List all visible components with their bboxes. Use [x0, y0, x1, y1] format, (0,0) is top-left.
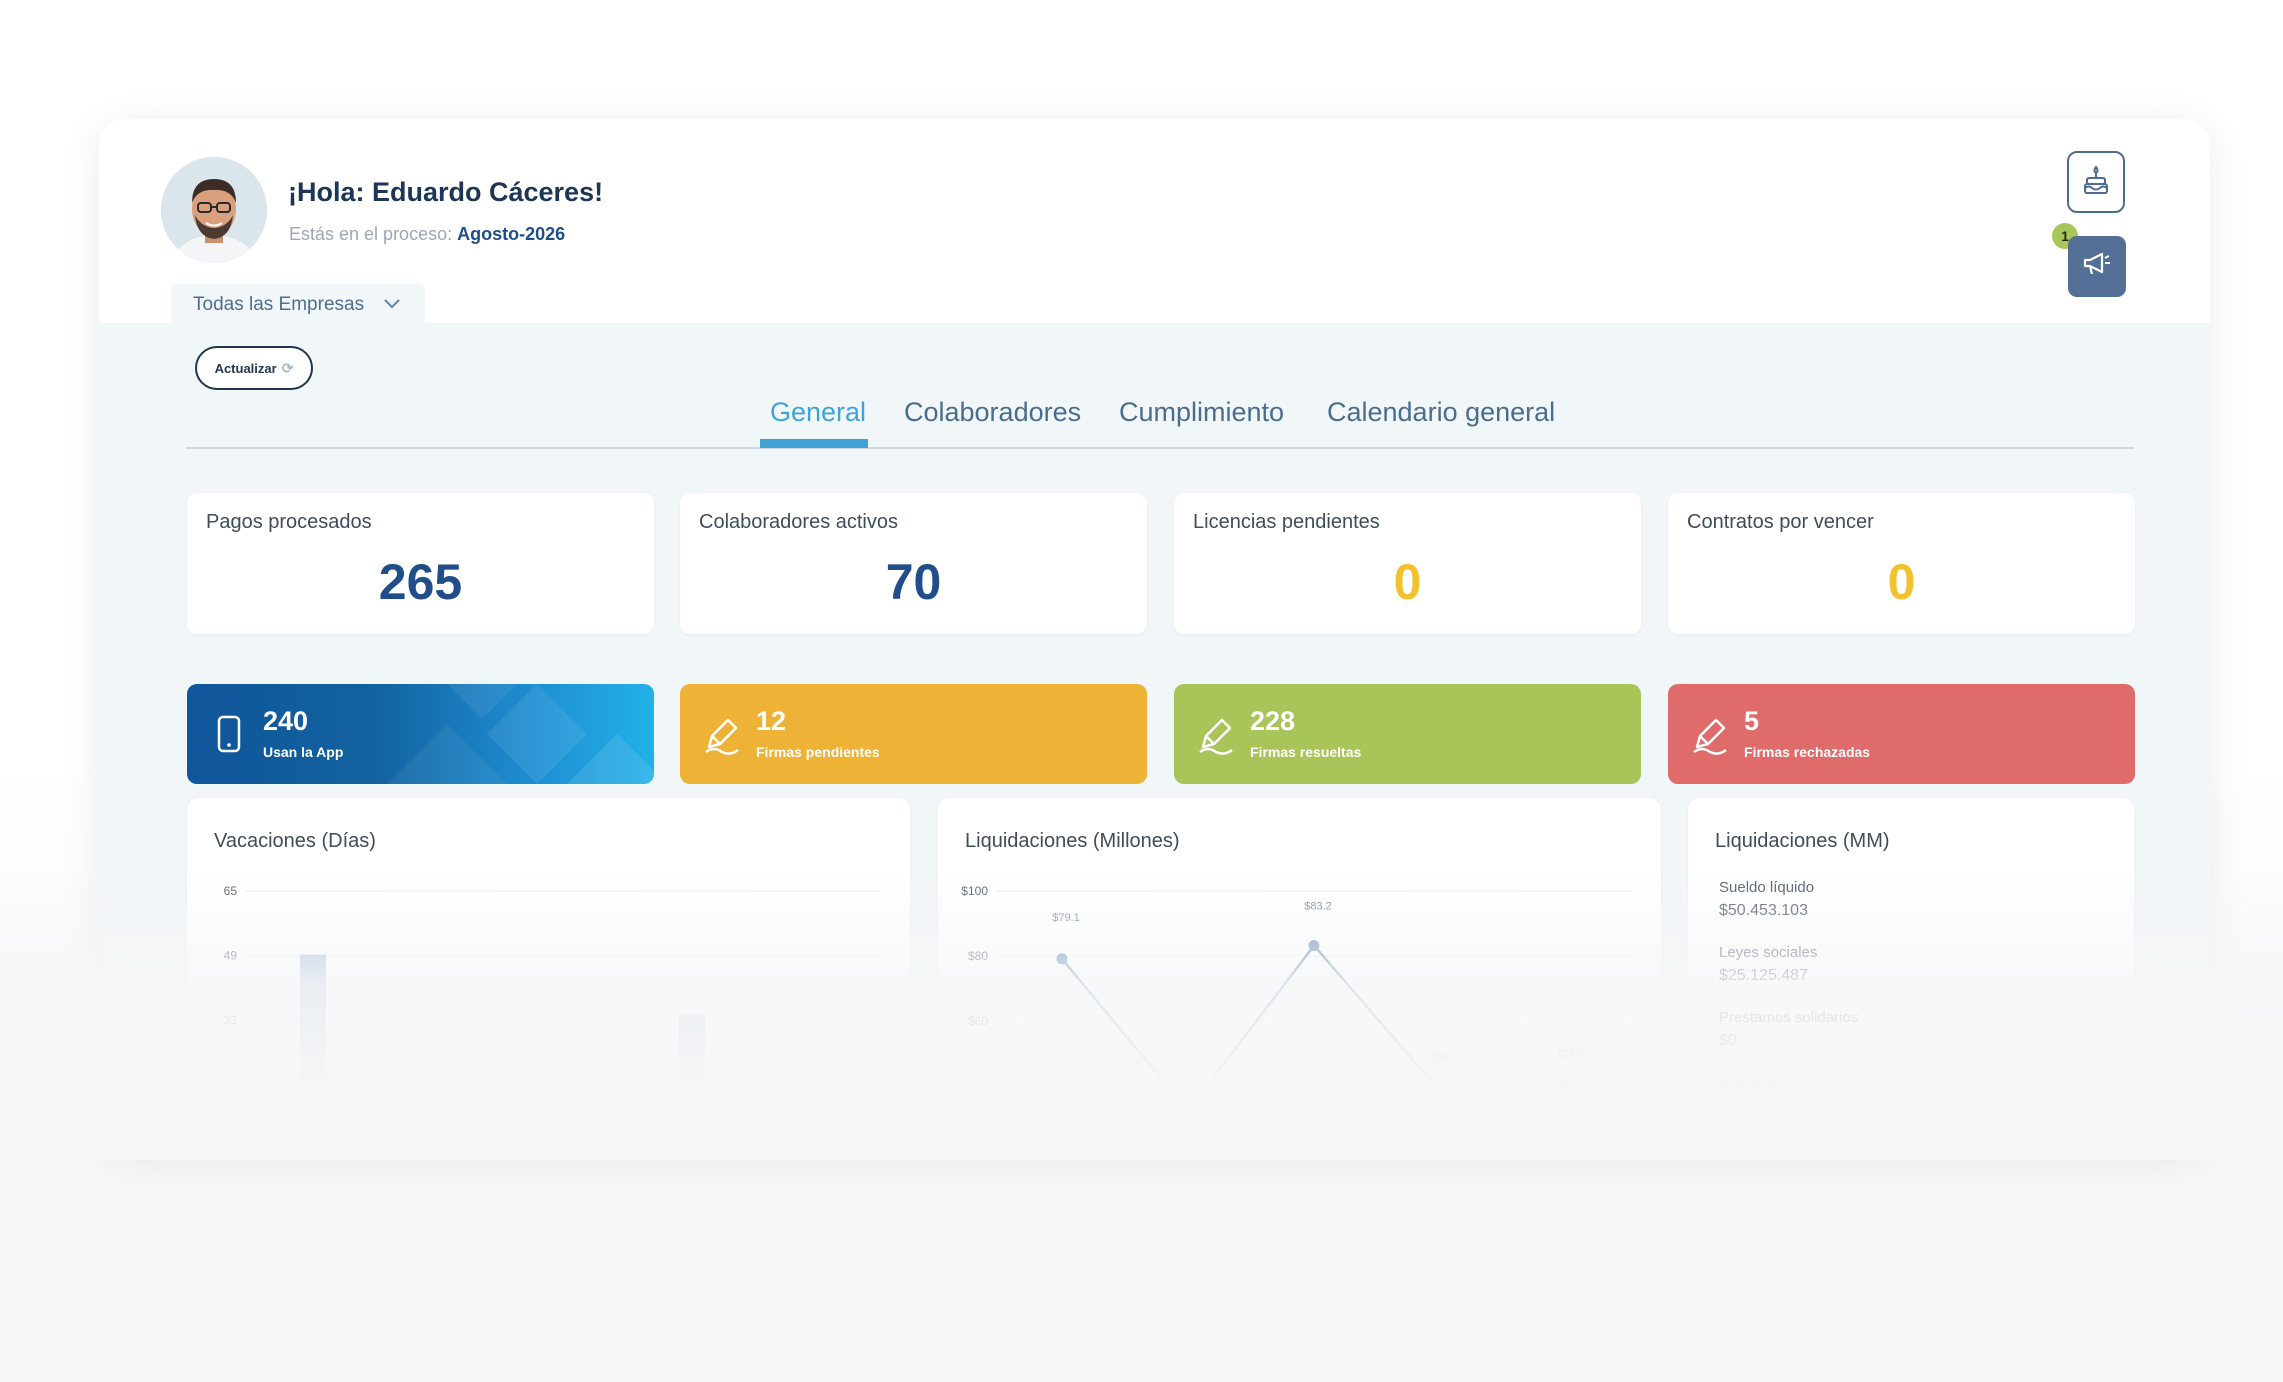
y-tick-label: $60 — [968, 1014, 988, 1028]
data-label: $83.2 — [1304, 901, 1332, 913]
process-value: Agosto-2026 — [457, 224, 566, 244]
chart-title: Liquidaciones (Millones) — [965, 830, 1180, 852]
kpi-card-colaboradores: Colaboradores activos 70 — [680, 493, 1147, 634]
data-point — [1434, 1085, 1446, 1097]
company-selector-label: Todas las Empresas — [193, 294, 365, 315]
tab-general[interactable]: General — [770, 397, 866, 428]
bar — [551, 1109, 577, 1149]
stat-card-pattern — [387, 684, 654, 784]
kpi-value: 265 — [378, 554, 463, 610]
chevron-down-icon — [384, 296, 400, 314]
kpi-label: Licencias pendientes — [1193, 511, 1380, 533]
birthday-calendar-button[interactable] — [2067, 151, 2125, 213]
summary-title: Liquidaciones (MM) — [1715, 830, 1890, 852]
stat-card-firmas-pendientes[interactable]: 12 Firmas pendientes — [680, 684, 1147, 784]
announcements-button[interactable] — [2068, 236, 2126, 297]
summary-label: Impuestos — [1719, 1074, 1789, 1091]
kpi-value: 0 — [1393, 554, 1422, 610]
kpi-card-pagos: Pagos procesados 265 — [187, 493, 654, 634]
summary-label: Prestamos solidarios — [1719, 1009, 1859, 1026]
summary-value: $25.125.487 — [1719, 967, 1808, 984]
summary-item: Total Costos — [1719, 1121, 1802, 1138]
tab-colaboradores[interactable]: Colaboradores — [904, 397, 1081, 428]
data-label: $79.1 — [1052, 912, 1080, 924]
cake-icon — [2082, 164, 2110, 200]
summary-label: Leyes sociales — [1719, 944, 1818, 961]
chart-title: Vacaciones (Días) — [214, 830, 376, 852]
bar — [804, 1101, 830, 1149]
active-tab-indicator — [760, 439, 868, 448]
summary-label: Sueldo líquido — [1719, 879, 1815, 896]
bar — [427, 1117, 453, 1149]
kpi-label: Contratos por vencer — [1687, 511, 1874, 533]
avatar[interactable] — [161, 157, 267, 263]
summary-value: $50.453.103 — [1719, 902, 1808, 919]
kpi-label: Colaboradores activos — [699, 511, 898, 533]
liquidaciones-chart-panel: $100 $80 $60 $40 $0 $79.1 $32.4 $83.2 $38.4 $39.6… — [938, 798, 1661, 1149]
page: ¡Hola: Eduardo Cáceres! Estás en el proc… — [0, 0, 2283, 1382]
y-tick-label: $80 — [968, 949, 988, 963]
data-label: $39.6 — [1556, 1048, 1584, 1060]
summary-label: Total Costos — [1719, 1121, 1802, 1138]
tab-bar: General Colaboradores Cumplimiento Calen… — [186, 359, 2134, 449]
dashboard-window: ¡Hola: Eduardo Cáceres! Estás en el proc… — [99, 119, 2210, 1149]
stat-value: 240 — [263, 706, 309, 736]
greeting: ¡Hola: Eduardo Cáceres! — [288, 177, 604, 207]
y-tick-label: 16 — [224, 1078, 238, 1092]
summary-item: Leyes sociales $25.125.487 — [1719, 944, 1817, 985]
kpi-value: 0 — [1887, 554, 1916, 610]
y-tick-label: $40 — [968, 1079, 988, 1093]
phone-icon — [207, 712, 251, 756]
stat-label: Firmas pendientes — [756, 744, 880, 760]
stat-label: Usan la App — [263, 744, 344, 760]
y-tick-label: $0 — [975, 1144, 989, 1149]
bar — [300, 954, 326, 1149]
stat-card-app-users[interactable]: 240 Usan la App — [187, 684, 654, 784]
summary-item: Impuestos — [1719, 1074, 1788, 1091]
kpi-card-contratos: Contratos por vencer 0 — [1668, 493, 2135, 634]
company-selector[interactable]: Todas las Empresas — [171, 284, 425, 326]
process-info: Estás en el proceso: Agosto-2026 — [289, 224, 565, 245]
tab-calendario-general[interactable]: Calendario general — [1327, 397, 1555, 428]
data-point — [1182, 1105, 1194, 1117]
stat-label: Firmas rechazadas — [1744, 744, 1871, 760]
signature-icon — [1194, 712, 1238, 756]
stat-card-firmas-rechazadas[interactable]: 5 Firmas rechazadas — [1668, 684, 2135, 784]
megaphone-icon — [2082, 251, 2112, 282]
summary-item: Prestamos solidarios $0 — [1719, 1009, 1858, 1050]
stat-label: Firmas resueltas — [1250, 744, 1362, 760]
header: ¡Hola: Eduardo Cáceres! Estás en el proc… — [99, 119, 2210, 326]
kpi-label: Pagos procesados — [206, 511, 372, 533]
y-tick-label: 65 — [224, 884, 238, 898]
process-label: Estás en el proceso: — [289, 224, 458, 244]
kpi-value: 70 — [885, 554, 942, 610]
tab-cumplimiento[interactable]: Cumplimiento — [1119, 397, 1284, 428]
bar — [679, 1014, 705, 1149]
data-point — [1560, 1081, 1572, 1093]
data-label: $38.4 — [1430, 1052, 1458, 1064]
dashboard-body: Actualizar ⟳ General Colaboradores Cumpl… — [99, 323, 2210, 1149]
y-tick-label: 0 — [230, 1142, 237, 1149]
vacaciones-chart-panel: 65 49 33 16 0 Vacaciones (Días) — [187, 798, 910, 1149]
kpi-card-licencias: Licencias pendientes 0 — [1174, 493, 1641, 634]
data-label: $32.4 — [1178, 1072, 1206, 1084]
data-point — [1308, 940, 1320, 952]
data-point — [1056, 953, 1068, 965]
y-tick-label: 33 — [224, 1013, 238, 1027]
stat-value: 228 — [1250, 706, 1296, 736]
summary-item: Sueldo líquido $50.453.103 — [1719, 879, 1814, 920]
y-tick-label: $100 — [961, 884, 988, 898]
stat-card-firmas-resueltas[interactable]: 228 Firmas resueltas — [1174, 684, 1641, 784]
summary-value: $0 — [1719, 1032, 1737, 1049]
y-tick-label: 49 — [224, 949, 238, 963]
signature-icon — [700, 712, 744, 756]
liquidaciones-summary-panel: Liquidaciones (MM) Sueldo líquido $50.45… — [1688, 798, 2134, 1149]
stat-value: 12 — [756, 706, 787, 736]
stat-value: 5 — [1744, 706, 1760, 736]
signature-icon — [1688, 712, 1732, 756]
